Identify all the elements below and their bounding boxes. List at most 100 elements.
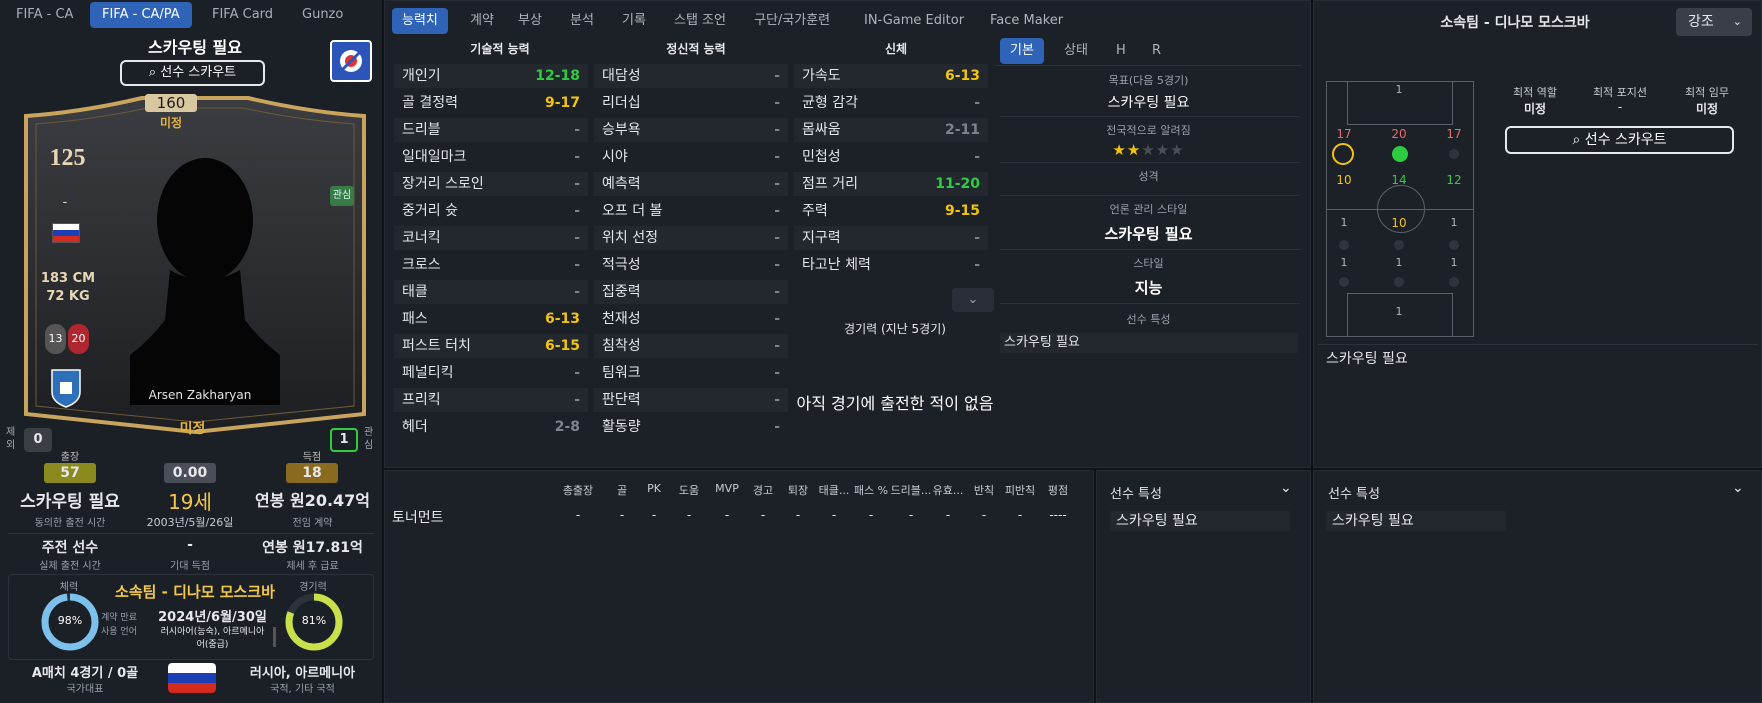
physical-attr-row[interactable]: 몸싸움 2-11 bbox=[794, 118, 988, 142]
technical-attr-row[interactable]: 패스 6-13 bbox=[394, 307, 588, 331]
pitch-mid-right: 1 bbox=[1450, 216, 1458, 229]
technical-attr-row[interactable]: 헤더 2-8 bbox=[394, 415, 588, 439]
chevron-down-icon[interactable]: ⌄ bbox=[1732, 480, 1744, 496]
technical-attr-row[interactable]: 중거리 슛 - bbox=[394, 199, 588, 223]
mental-attr-row[interactable]: 승부욕 - bbox=[594, 118, 788, 142]
tab-staff-advice[interactable]: 스탭 조언 bbox=[664, 8, 736, 34]
physical-attr-value: - bbox=[974, 230, 980, 246]
birth-date: 2003년/5월/26일 bbox=[146, 516, 234, 529]
contract-label: 계약 만료 bbox=[101, 613, 137, 623]
card-scout-button[interactable]: ⌕ 선수 스카우트 bbox=[120, 60, 265, 86]
mental-attr-value: - bbox=[774, 95, 780, 111]
mental-attr-row[interactable]: 리더십 - bbox=[594, 91, 788, 115]
tab-attributes[interactable]: 능력치 bbox=[392, 8, 448, 34]
technical-attr-row[interactable]: 태클 - bbox=[394, 280, 588, 304]
tab-analysis[interactable]: 분석 bbox=[560, 8, 604, 34]
salary-label: 전임 계약 bbox=[292, 518, 333, 529]
mental-attr-row[interactable]: 침착성 - bbox=[594, 334, 788, 358]
star-icon: ★ bbox=[1170, 141, 1185, 159]
info-tab-status[interactable]: 상태 bbox=[1054, 38, 1098, 64]
history-col-header[interactable]: 패스 % bbox=[849, 482, 893, 498]
mental-attr-value: - bbox=[774, 230, 780, 246]
scroll-indicator bbox=[273, 627, 276, 647]
card-height: 183 CM bbox=[40, 271, 96, 286]
technical-attr-name: 골 결정력 bbox=[402, 95, 458, 111]
tab-injury[interactable]: 부상 bbox=[508, 8, 552, 34]
expand-button[interactable]: ⌄ bbox=[952, 288, 994, 312]
technical-attr-row[interactable]: 크로스 - bbox=[394, 253, 588, 277]
technical-attr-row[interactable]: 장거리 스로인 - bbox=[394, 172, 588, 196]
tab-fifa-card[interactable]: FIFA Card bbox=[200, 2, 285, 28]
physical-attr-row[interactable]: 가속도 6-13 bbox=[794, 64, 988, 88]
club-name[interactable]: 소속팀 - 디나모 모스크바 bbox=[100, 581, 290, 602]
history-cell: ---- bbox=[1049, 508, 1067, 522]
highlight-dropdown[interactable]: 강조 ⌄ bbox=[1676, 8, 1752, 36]
technical-attr-row[interactable]: 골 결정력 9-17 bbox=[394, 91, 588, 115]
star-icon: ★ bbox=[1126, 141, 1142, 159]
physical-attr-row[interactable]: 점프 거리 11-20 bbox=[794, 172, 988, 196]
right-footer-text: 스카우팅 필요 bbox=[1326, 351, 1408, 367]
history-col-header[interactable]: 평점 bbox=[1036, 482, 1080, 498]
physical-attr-row[interactable]: 타고난 체력 - bbox=[794, 253, 988, 277]
tab-gunzo[interactable]: Gunzo bbox=[290, 2, 355, 28]
traits-panel-2 bbox=[1313, 470, 1762, 703]
tab-fifa-ca-pa[interactable]: FIFA - CA/PA bbox=[90, 2, 192, 28]
pitch-dm-right: 1 bbox=[1450, 256, 1458, 269]
right-scout-button-label: 선수 스카우트 bbox=[1584, 132, 1667, 148]
best-position-value: - bbox=[1617, 100, 1623, 114]
tab-face-maker[interactable]: Face Maker bbox=[980, 8, 1073, 34]
chevron-down-icon[interactable]: ⌄ bbox=[1280, 480, 1292, 496]
technical-attr-row[interactable]: 드리블 - bbox=[394, 118, 588, 142]
physical-attr-row[interactable]: 민첩성 - bbox=[794, 145, 988, 169]
fitness-label: 체력 bbox=[59, 582, 79, 593]
technical-attr-row[interactable]: 퍼스트 터치 6-15 bbox=[394, 334, 588, 358]
mental-attr-name: 시야 bbox=[602, 149, 628, 165]
apps-label: 출장 bbox=[60, 452, 80, 463]
technical-attr-name: 헤더 bbox=[402, 419, 428, 435]
tab-ingame-editor[interactable]: IN-Game Editor bbox=[854, 8, 974, 34]
technical-attr-row[interactable]: 일대일마크 - bbox=[394, 145, 588, 169]
interest-tag[interactable]: 관심 bbox=[330, 186, 354, 206]
mental-attr-row[interactable]: 천재성 - bbox=[594, 307, 788, 331]
mental-attr-row[interactable]: 활동량 - bbox=[594, 415, 788, 439]
physical-attr-row[interactable]: 균형 감각 - bbox=[794, 91, 988, 115]
technical-attr-row[interactable]: 개인기 12-18 bbox=[394, 64, 588, 88]
history-col-header[interactable]: 총출장 bbox=[556, 482, 600, 498]
foot-left-badge: 13 bbox=[45, 324, 66, 354]
tab-records[interactable]: 기록 bbox=[612, 8, 656, 34]
mental-attr-row[interactable]: 적극성 - bbox=[594, 253, 788, 277]
media-value: 스카우팅 필요 bbox=[1104, 225, 1193, 243]
physical-attr-name: 주력 bbox=[802, 203, 828, 219]
physical-attr-row[interactable]: 지구력 - bbox=[794, 226, 988, 250]
form-label: 경기력 bbox=[299, 582, 327, 593]
highlight-dropdown-label: 강조 bbox=[1688, 14, 1714, 30]
card-pa-label: 미정 bbox=[159, 116, 183, 130]
divider bbox=[8, 533, 374, 534]
tab-contract[interactable]: 계약 bbox=[460, 8, 504, 34]
info-tab-r[interactable]: R bbox=[1142, 38, 1171, 64]
mental-attr-row[interactable]: 판단력 - bbox=[594, 388, 788, 412]
info-tab-h[interactable]: H bbox=[1106, 38, 1136, 64]
tab-fifa-ca[interactable]: FIFA - CA bbox=[4, 2, 85, 28]
technical-attr-value: - bbox=[574, 203, 580, 219]
tab-training[interactable]: 구단/국가훈련 bbox=[744, 8, 840, 34]
mental-attr-row[interactable]: 대담성 - bbox=[594, 64, 788, 88]
mental-attr-row[interactable]: 팀워크 - bbox=[594, 361, 788, 385]
mental-attr-row[interactable]: 예측력 - bbox=[594, 172, 788, 196]
traits-panel-1-title: 선수 특성 bbox=[1110, 487, 1162, 502]
card-weight: 72 KG bbox=[46, 289, 90, 304]
goals-label: 득점 bbox=[302, 452, 322, 463]
physical-attr-row[interactable]: 주력 9-15 bbox=[794, 199, 988, 223]
technical-attr-row[interactable]: 페널티킥 - bbox=[394, 361, 588, 385]
mental-attr-row[interactable]: 위치 선정 - bbox=[594, 226, 788, 250]
technical-attr-row[interactable]: 프리킥 - bbox=[394, 388, 588, 412]
technical-attr-row[interactable]: 코너킥 - bbox=[394, 226, 588, 250]
technical-attr-name: 프리킥 bbox=[402, 392, 441, 408]
mental-attr-row[interactable]: 집중력 - bbox=[594, 280, 788, 304]
mental-attr-row[interactable]: 오프 더 볼 - bbox=[594, 199, 788, 223]
chevron-down-icon: ⌄ bbox=[1732, 15, 1742, 28]
right-scout-button[interactable]: ⌕ 선수 스카우트 bbox=[1505, 126, 1734, 154]
info-tab-basic[interactable]: 기본 bbox=[1000, 38, 1044, 64]
mental-attr-row[interactable]: 시야 - bbox=[594, 145, 788, 169]
target-label: 목표(다음 5경기) bbox=[1108, 74, 1189, 87]
